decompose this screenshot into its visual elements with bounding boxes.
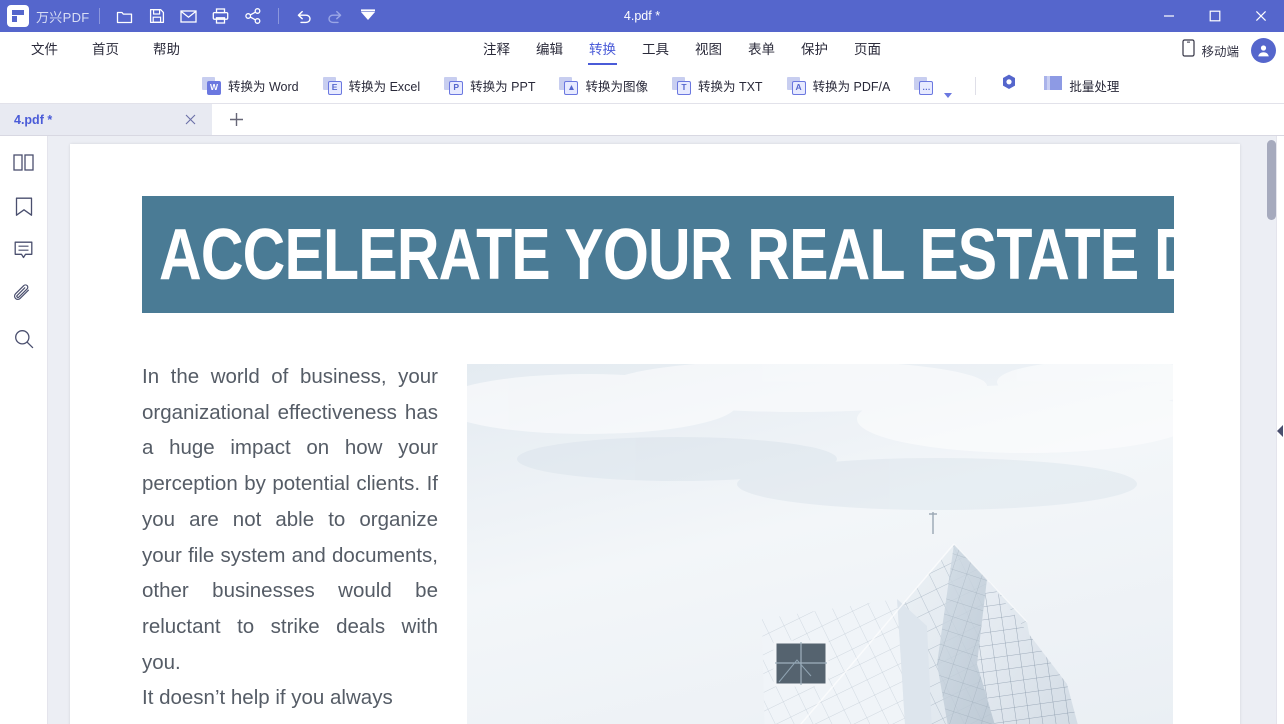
convert-to-word-button[interactable]: W 转换为 Word [190, 71, 311, 101]
bookmark-icon [15, 197, 33, 222]
document-text-column: In the world of business, your organizat… [142, 359, 438, 716]
menu-left-group: 文件 首页 帮助 [0, 32, 197, 68]
left-sidebar [0, 136, 48, 724]
convert-to-image-button[interactable]: ▲ 转换为图像 [547, 71, 660, 101]
sidebar-item-bookmark[interactable] [10, 196, 38, 222]
menu-item-help[interactable]: 帮助 [136, 32, 197, 68]
menu-item-form[interactable]: 表单 [735, 32, 788, 68]
divider [975, 76, 977, 95]
divider [277, 8, 279, 24]
vertical-scrollbar[interactable] [1267, 140, 1276, 220]
sidebar-item-thumbnails[interactable] [10, 152, 38, 178]
document-tab[interactable]: 4.pdf * [0, 104, 212, 135]
menu-item-home[interactable]: 首页 [75, 32, 136, 68]
chevron-down-icon[interactable] [944, 92, 953, 98]
convert-to-word-icon: W [202, 76, 222, 95]
batch-process-label: 批量处理 [1069, 80, 1120, 94]
document-tab-bar: 4.pdf * [0, 104, 1284, 136]
divider [98, 8, 100, 24]
open-folder-icon[interactable] [109, 2, 141, 30]
undo-icon[interactable] [288, 2, 320, 30]
pdf-page: ACCELERATE YOUR REAL ESTATE DEALS In the… [70, 144, 1240, 724]
document-photo [467, 364, 1173, 724]
convert-to-excel-button[interactable]: E 转换为 Excel [311, 71, 433, 101]
add-tab-icon[interactable] [212, 104, 260, 135]
convert-to-ppt-icon: P [444, 76, 464, 95]
app-name-label: 万兴PDF [36, 9, 90, 25]
share-icon[interactable] [237, 2, 269, 30]
convert-to-pdfa-label: 转换为 PDF/A [812, 80, 891, 94]
maximize-button[interactable] [1192, 0, 1238, 32]
more-formats-icon: … [914, 76, 934, 95]
attachment-icon [13, 284, 34, 310]
convert-to-image-icon: ▲ [559, 76, 579, 95]
save-icon[interactable] [141, 2, 173, 30]
menu-item-edit[interactable]: 编辑 [523, 32, 576, 68]
email-icon[interactable] [173, 2, 205, 30]
document-banner: ACCELERATE YOUR REAL ESTATE DEALS [142, 196, 1174, 313]
comment-icon [14, 241, 33, 265]
menu-center-group: 注释 编辑 转换 工具 视图 表单 保护 页面 [470, 32, 894, 68]
mobile-label[interactable]: 移动端 [1201, 41, 1239, 60]
phone-icon [1182, 38, 1196, 62]
menu-item-tools[interactable]: 工具 [629, 32, 682, 68]
menu-bar: 文件 首页 帮助 注释 编辑 转换 工具 视图 表单 保护 页面 移动端 [0, 32, 1284, 68]
collapse-right-panel-icon[interactable] [1275, 421, 1284, 441]
convert-to-excel-icon: E [322, 76, 343, 95]
convert-to-txt-label: 转换为 TXT [697, 80, 763, 94]
convert-to-ppt-label: 转换为 PPT [470, 80, 536, 94]
more-formats-button[interactable]: … [902, 71, 964, 101]
convert-to-txt-button[interactable]: T 转换为 TXT [660, 71, 775, 101]
menu-item-page[interactable]: 页面 [841, 32, 894, 68]
sidebar-item-search[interactable] [10, 328, 38, 354]
title-bar: 万兴PDF 4.pdf * [0, 0, 1284, 32]
menu-right-group: 移动端 [1182, 32, 1276, 68]
main-area: ACCELERATE YOUR REAL ESTATE DEALS In the… [0, 136, 1284, 724]
convert-to-image-label: 转换为图像 [585, 80, 648, 94]
menu-item-protect[interactable]: 保护 [788, 32, 841, 68]
sidebar-item-attachment[interactable] [10, 284, 38, 310]
batch-process-button[interactable]: 批量处理 [1031, 71, 1131, 101]
app-logo-icon [7, 5, 29, 27]
menu-item-view[interactable]: 视图 [682, 32, 735, 68]
convert-to-ppt-button[interactable]: P 转换为 PPT [432, 71, 547, 101]
convert-to-pdfa-button[interactable]: A 转换为 PDF/A [775, 71, 903, 101]
close-icon[interactable] [182, 112, 198, 128]
search-icon [14, 329, 34, 354]
document-tab-label: 4.pdf * [14, 112, 53, 127]
ocr-icon [999, 73, 1019, 98]
convert-ribbon: W 转换为 Word E 转换为 Excel P 转换为 PPT ▲ 转换为图像… [0, 68, 1284, 104]
convert-to-txt-icon: T [671, 76, 692, 95]
ocr-button[interactable] [987, 71, 1031, 101]
thumbnails-icon [13, 154, 34, 176]
menu-item-comment[interactable]: 注释 [470, 32, 523, 68]
document-banner-title: ACCELERATE YOUR REAL ESTATE DEALS [159, 214, 1174, 295]
menu-item-file[interactable]: 文件 [14, 32, 75, 68]
close-button[interactable] [1238, 0, 1284, 32]
document-paragraph-1: In the world of business, your organizat… [142, 365, 438, 674]
sidebar-item-comment[interactable] [10, 240, 38, 266]
redo-icon[interactable] [320, 2, 352, 30]
pdf-viewer[interactable]: ACCELERATE YOUR REAL ESTATE DEALS In the… [48, 136, 1284, 724]
more-dropdown-icon[interactable] [352, 2, 384, 30]
document-paragraph-2: It doesn’t help if you always [142, 686, 393, 710]
menu-item-convert[interactable]: 转换 [576, 32, 629, 68]
convert-to-word-label: 转换为 Word [228, 80, 299, 94]
batch-process-icon [1043, 74, 1063, 98]
minimize-button[interactable] [1146, 0, 1192, 32]
convert-to-pdfa-icon: A [786, 76, 807, 95]
user-avatar-icon[interactable] [1251, 37, 1276, 63]
print-icon[interactable] [205, 2, 237, 30]
convert-to-excel-label: 转换为 Excel [348, 80, 421, 94]
window-controls [1146, 0, 1284, 32]
